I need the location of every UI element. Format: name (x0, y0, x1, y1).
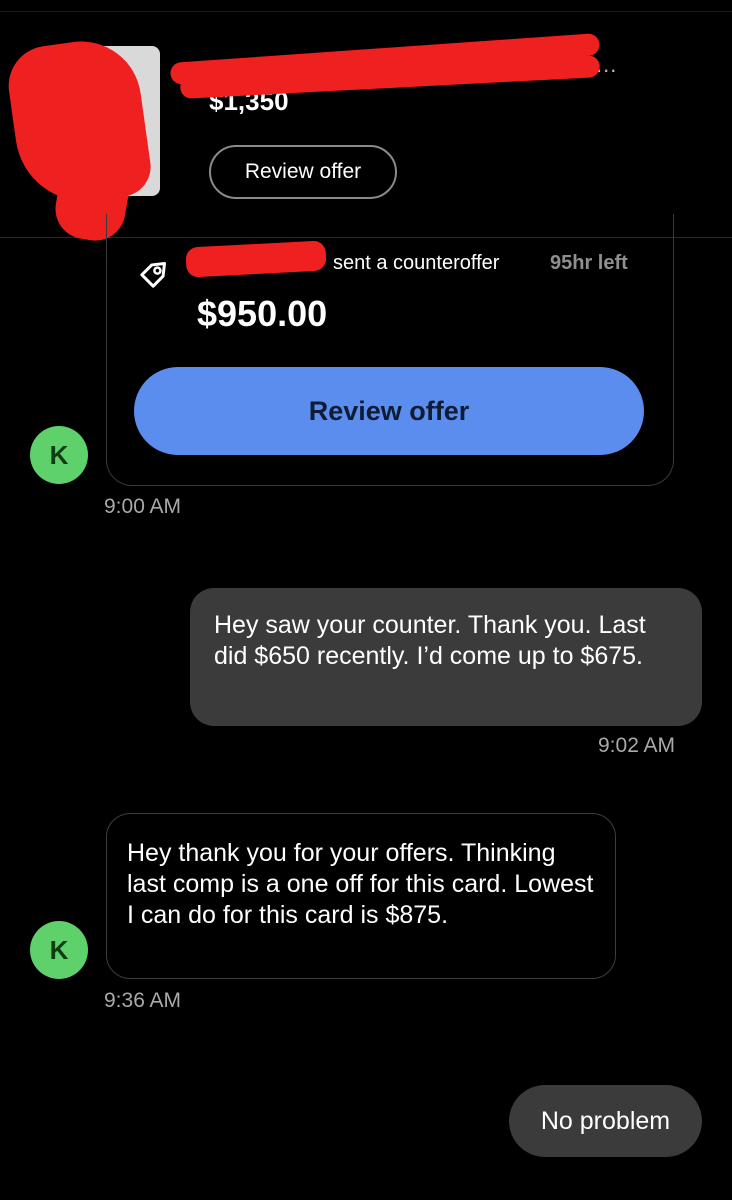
offer-time-left: 95hr left (550, 252, 628, 274)
outgoing-message-bubble[interactable]: Hey saw your counter. Thank you. Last di… (190, 588, 702, 726)
message-timestamp: 9:36 AM (104, 989, 182, 1012)
header-review-offer-button[interactable]: Review offer (209, 145, 397, 199)
message-text: Hey saw your counter. Thank you. Last di… (214, 611, 646, 670)
avatar[interactable]: K (30, 426, 88, 484)
outgoing-message-bubble[interactable]: No problem (509, 1085, 702, 1157)
price-tag-icon (140, 262, 166, 288)
counteroffer-amount: $950.00 (197, 293, 328, 334)
review-offer-button[interactable]: Review offer (134, 367, 644, 455)
message-text: Hey thank you for your offers. Thinking … (127, 839, 594, 929)
message-timestamp: 9:02 AM (598, 734, 676, 757)
counteroffer-status-text: sent a counteroffer (333, 252, 500, 274)
message-text: No problem (540, 1107, 671, 1135)
incoming-message-bubble[interactable]: Hey thank you for your offers. Thinking … (106, 813, 616, 979)
avatar[interactable]: K (30, 921, 88, 979)
message-timestamp: 9:00 AM (104, 495, 182, 518)
